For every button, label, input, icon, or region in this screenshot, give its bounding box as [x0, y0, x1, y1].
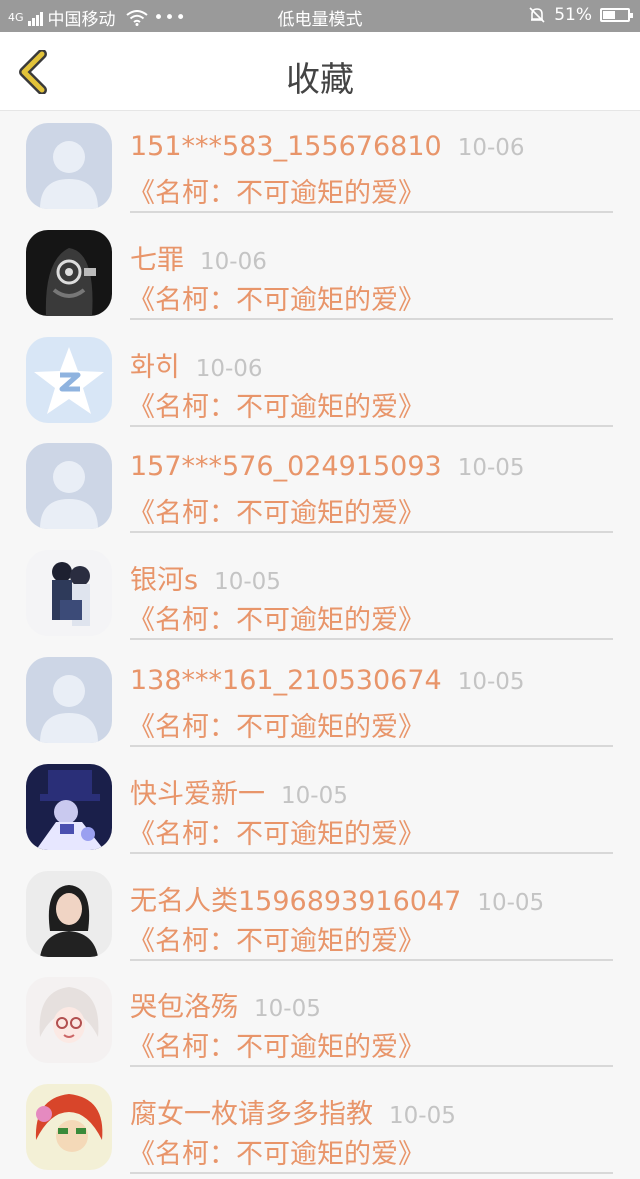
favorite-header: 腐女一枚请多多指教 10-05	[130, 1092, 456, 1131]
favorite-header: 151***583_155676810 10-06	[130, 131, 525, 162]
battery-icon	[600, 8, 633, 22]
divider	[130, 851, 613, 854]
divider	[130, 317, 613, 320]
favorite-header: 哭包洛殇 10-05	[130, 985, 321, 1024]
divider	[130, 1065, 613, 1068]
favorites-list: 151***583_155676810 10-06 《名柯：不可逾矩的爱》 七罪 10-…	[0, 111, 640, 1179]
work-title[interactable]: 《名柯：不可逾矩的爱》	[128, 491, 425, 530]
avatar[interactable]	[26, 1084, 112, 1171]
divider	[130, 424, 613, 427]
favorite-item[interactable]: 哭包洛殇 10-05 《名柯：不可逾矩的爱》	[0, 965, 640, 1072]
favorite-header: 화히 10-06	[130, 345, 263, 384]
work-title[interactable]: 《名柯：不可逾矩的爱》	[128, 705, 425, 744]
favorite-item[interactable]: 157***576_024915093 10-05 《名柯：不可逾矩的爱》	[0, 431, 640, 538]
username[interactable]: 银河s	[130, 565, 198, 596]
avatar[interactable]	[26, 123, 112, 209]
avatar[interactable]	[26, 336, 112, 423]
favorite-item[interactable]: 腐女一枚请多多指教 10-05 《名柯：不可逾矩的爱》	[0, 1072, 640, 1179]
status-bar: 4G 中国移动 ••• 低电量模式 51%	[0, 0, 640, 32]
favorite-item[interactable]: 138***161_210530674 10-05 《名柯：不可逾矩的爱》	[0, 645, 640, 752]
divider	[130, 531, 613, 534]
username[interactable]: 138***161_210530674	[130, 665, 442, 696]
avatar[interactable]	[26, 229, 112, 316]
mute-bell-icon	[529, 7, 545, 23]
favorite-item[interactable]: 快斗爱新一 10-05 《名柯：不可逾矩的爱》	[0, 752, 640, 859]
username[interactable]: 哭包洛殇	[130, 992, 238, 1023]
work-title[interactable]: 《名柯：不可逾矩的爱》	[128, 919, 425, 958]
username[interactable]: 无名人类1596893916047	[130, 886, 461, 917]
work-title[interactable]: 《名柯：不可逾矩的爱》	[128, 171, 425, 210]
favorite-item[interactable]: 银河s 10-05 《名柯：不可逾矩的爱》	[0, 538, 640, 645]
divider	[130, 744, 613, 747]
work-title[interactable]: 《名柯：不可逾矩的爱》	[128, 598, 425, 637]
username[interactable]: 화히	[130, 352, 180, 383]
favorite-date: 10-05	[457, 455, 525, 482]
favorite-date: 10-05	[214, 569, 281, 596]
favorite-date: 10-05	[281, 782, 348, 809]
avatar[interactable]	[26, 443, 112, 530]
work-title[interactable]: 《名柯：不可逾矩的爱》	[128, 1025, 425, 1064]
favorite-date: 10-06	[457, 135, 525, 161]
avatar[interactable]	[26, 977, 112, 1064]
favorite-item[interactable]: 无名人类1596893916047 10-05 《名柯：不可逾矩的爱》	[0, 859, 640, 966]
page-title: 收藏	[286, 60, 354, 100]
favorite-header: 无名人类1596893916047 10-05	[130, 879, 544, 918]
favorite-date: 10-05	[389, 1103, 456, 1130]
status-right: 51%	[528, 5, 633, 25]
avatar[interactable]	[26, 656, 112, 743]
avatar[interactable]	[26, 550, 112, 637]
username[interactable]: 快斗爱新一	[130, 779, 265, 810]
username[interactable]: 七罪	[130, 245, 184, 276]
favorite-header: 138***161_210530674 10-05	[130, 665, 525, 696]
username[interactable]: 157***576_024915093	[130, 451, 442, 482]
battery-percent: 51%	[554, 5, 592, 25]
avatar[interactable]	[26, 870, 112, 957]
username[interactable]: 腐女一枚请多多指教	[130, 1099, 373, 1130]
navigation-bar: 收藏	[0, 32, 640, 111]
favorite-item[interactable]: 151***583_155676810 10-06 《名柯：不可逾矩的爱》	[0, 111, 640, 218]
favorite-date: 10-06	[195, 355, 263, 382]
favorite-date: 10-05	[457, 668, 525, 695]
favorite-header: 快斗爱新一 10-05	[130, 772, 348, 811]
avatar[interactable]	[26, 763, 112, 850]
username[interactable]: 151***583_155676810	[130, 131, 442, 162]
divider	[130, 638, 613, 641]
favorite-item[interactable]: 七罪 10-06 《名柯：不可逾矩的爱》	[0, 218, 640, 325]
favorite-header: 银河s 10-05	[130, 558, 281, 597]
favorite-item[interactable]: 화히 10-06 《名柯：不可逾矩的爱》	[0, 325, 640, 432]
work-title[interactable]: 《名柯：不可逾矩的爱》	[128, 812, 425, 851]
work-title[interactable]: 《名柯：不可逾矩的爱》	[128, 278, 425, 317]
favorite-date: 10-05	[477, 889, 545, 916]
favorite-header: 157***576_024915093 10-05	[130, 451, 525, 482]
divider	[130, 958, 613, 961]
work-title[interactable]: 《名柯：不可逾矩的爱》	[128, 1132, 425, 1171]
work-title[interactable]: 《名柯：不可逾矩的爱》	[128, 385, 425, 424]
divider	[130, 1172, 613, 1175]
divider	[130, 211, 613, 213]
favorite-header: 七罪 10-06	[130, 238, 267, 277]
favorite-date: 10-06	[200, 248, 267, 275]
favorite-date: 10-05	[254, 996, 321, 1023]
